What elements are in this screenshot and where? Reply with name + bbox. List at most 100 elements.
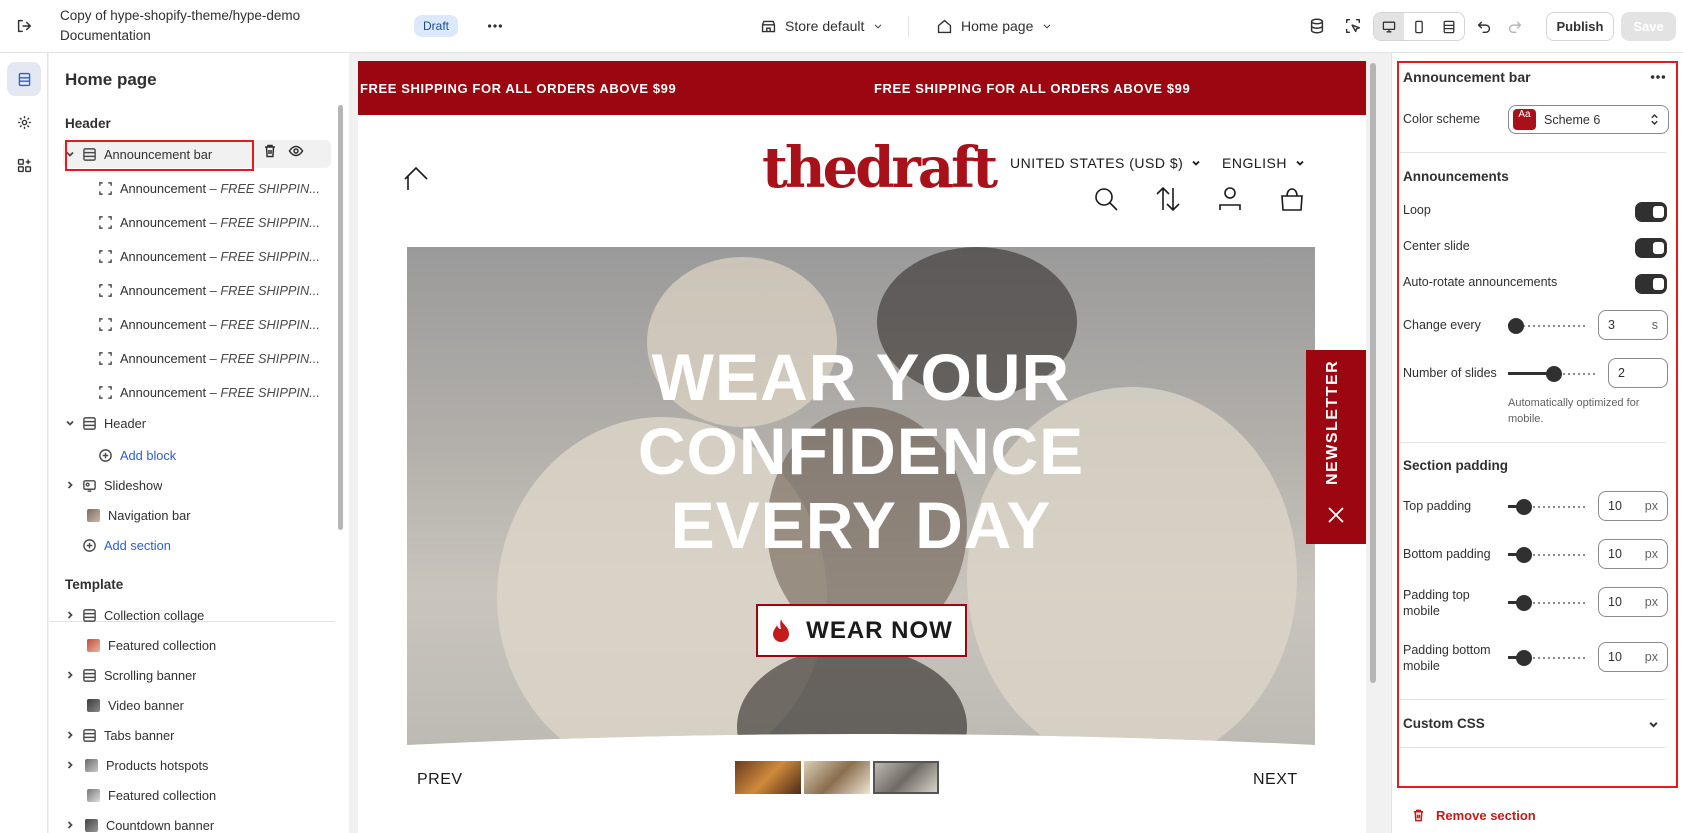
home-icon[interactable]	[402, 165, 430, 193]
language-selector[interactable]: ENGLISH	[1222, 155, 1305, 171]
section-item-countdown-banner[interactable]: Countdown banner	[63, 811, 331, 833]
block-item-announcement[interactable]: Announcement – FREE SHIPPIN...	[89, 242, 339, 270]
top-padding-input[interactable]: 10 px	[1598, 491, 1668, 521]
search-icon[interactable]	[1092, 185, 1120, 213]
chevron-down-icon[interactable]	[63, 418, 77, 428]
slide-thumbnail-active[interactable]	[873, 761, 939, 794]
sections-scrollbar[interactable]	[338, 105, 343, 530]
preview-scrollbar[interactable]	[1370, 63, 1376, 683]
currency-selector[interactable]: UNITED STATES (USD $)	[1010, 155, 1201, 171]
section-item-tabs-banner[interactable]: Tabs banner	[63, 721, 331, 749]
block-item-announcement[interactable]: Announcement – FREE SHIPPIN...	[89, 276, 339, 304]
exit-icon[interactable]	[12, 14, 36, 38]
section-item-navigation-bar[interactable]: Navigation bar	[63, 501, 331, 529]
slider-handle[interactable]	[1516, 547, 1532, 563]
next-button[interactable]: NEXT	[1253, 771, 1298, 789]
padding-top-mobile-input[interactable]: 10 px	[1598, 587, 1668, 617]
chevron-right-icon[interactable]	[63, 760, 77, 770]
section-item-header[interactable]: Header	[63, 409, 331, 437]
store-logo[interactable]: thedraft	[762, 135, 998, 201]
block-item-announcement[interactable]: Announcement – FREE SHIPPIN...	[89, 208, 339, 236]
more-icon[interactable]	[1647, 66, 1669, 88]
add-section-label: Add section	[104, 537, 171, 553]
color-scheme-select[interactable]: Aa Scheme 6	[1508, 105, 1669, 134]
section-item-label: Header	[104, 415, 146, 431]
section-item-video-banner[interactable]: Video banner	[63, 691, 331, 719]
remove-section-button[interactable]: Remove section	[1411, 808, 1536, 823]
database-icon[interactable]	[1305, 14, 1329, 38]
mobile-view-button[interactable]	[1404, 13, 1434, 40]
number-of-slides-input[interactable]: 2	[1608, 358, 1668, 388]
change-every-slider[interactable]	[1508, 318, 1588, 334]
wear-now-button[interactable]: WEAR NOW	[756, 604, 967, 657]
block-item-announcement[interactable]: Announcement – FREE SHIPPIN...	[89, 174, 339, 202]
add-section-button[interactable]: Add section	[63, 531, 331, 559]
loop-toggle[interactable]	[1635, 202, 1667, 222]
slide-thumbnail[interactable]	[735, 761, 801, 794]
chevron-right-icon[interactable]	[63, 820, 77, 830]
slide-thumbnail[interactable]	[804, 761, 870, 794]
padding-bottom-mobile-input[interactable]: 10 px	[1598, 642, 1668, 672]
block-item-announcement[interactable]: Announcement – FREE SHIPPIN...	[89, 378, 339, 406]
close-icon[interactable]	[1326, 505, 1346, 525]
block-label: Announcement	[120, 282, 207, 298]
custom-css-heading[interactable]: Custom CSS	[1403, 716, 1485, 731]
number-of-slides-slider[interactable]	[1508, 366, 1598, 382]
section-icon	[79, 605, 99, 625]
block-icon	[95, 280, 115, 300]
eye-icon[interactable]	[288, 143, 304, 162]
section-item-collection-collage[interactable]: Collection collage	[63, 601, 331, 629]
fullscreen-view-button[interactable]	[1434, 13, 1464, 40]
padding-top-mobile-slider[interactable]	[1508, 595, 1588, 611]
top-padding-slider[interactable]	[1508, 499, 1588, 515]
inspector-icon[interactable]	[1341, 14, 1365, 38]
publish-button[interactable]: Publish	[1546, 12, 1614, 41]
store-dropdown[interactable]: Store default	[760, 13, 884, 39]
bottom-padding-input[interactable]: 10 px	[1598, 539, 1668, 569]
change-every-input[interactable]: 3s	[1598, 310, 1668, 340]
chevron-right-icon[interactable]	[63, 480, 77, 490]
slider-handle[interactable]	[1516, 499, 1532, 515]
bottom-padding-slider[interactable]	[1508, 547, 1588, 563]
more-icon[interactable]	[483, 14, 507, 38]
section-item-slideshow[interactable]: Slideshow	[63, 471, 331, 499]
auto-rotate-toggle[interactable]	[1635, 274, 1667, 294]
cart-icon[interactable]	[1278, 185, 1306, 213]
save-button[interactable]: Save	[1621, 12, 1676, 41]
padding-bottom-mobile-slider[interactable]	[1508, 650, 1588, 666]
account-icon[interactable]	[1216, 185, 1244, 213]
center-slide-toggle[interactable]	[1635, 238, 1667, 258]
input-value: 10	[1608, 650, 1622, 664]
center-slide-label: Center slide	[1403, 239, 1470, 253]
page-dropdown[interactable]: Home page	[936, 13, 1053, 39]
slider-handle[interactable]	[1516, 595, 1532, 611]
label-line: Padding top	[1403, 588, 1470, 602]
section-item-products-hotspots[interactable]: Products hotspots	[63, 751, 331, 779]
block-item-announcement[interactable]: Announcement – FREE SHIPPIN...	[89, 344, 339, 372]
slider-handle[interactable]	[1508, 318, 1524, 334]
section-item-scrolling-banner[interactable]: Scrolling banner	[63, 661, 331, 689]
newsletter-tab[interactable]: NEWSLETTER	[1306, 350, 1366, 544]
block-item-announcement[interactable]: Announcement – FREE SHIPPIN...	[89, 310, 339, 338]
chevron-right-icon[interactable]	[63, 670, 77, 680]
undo-icon[interactable]	[1472, 14, 1496, 38]
prev-button[interactable]: PREV	[417, 771, 463, 789]
chevron-right-icon[interactable]	[63, 610, 77, 620]
trash-icon[interactable]	[262, 143, 278, 162]
apps-rail-button[interactable]	[7, 148, 41, 182]
announcement-bar[interactable]: FREE SHIPPING FOR ALL ORDERS ABOVE $99 F…	[358, 61, 1366, 115]
sections-rail-button[interactable]	[7, 62, 41, 96]
chevron-down-icon[interactable]	[1648, 719, 1659, 730]
sort-icon[interactable]	[1154, 185, 1182, 213]
add-block-button[interactable]: Add block	[89, 441, 349, 469]
block-icon	[95, 246, 115, 266]
section-item-featured-collection[interactable]: Featured collection	[63, 631, 331, 659]
desktop-view-button[interactable]	[1374, 13, 1404, 40]
chevron-right-icon[interactable]	[63, 730, 77, 740]
slider-handle[interactable]	[1516, 650, 1532, 666]
section-item-featured-collection[interactable]: Featured collection	[63, 781, 331, 809]
redo-icon[interactable]	[1503, 14, 1527, 38]
slider-handle[interactable]	[1546, 366, 1562, 382]
theme-settings-rail-button[interactable]	[7, 105, 41, 139]
input-unit: s	[1651, 318, 1658, 332]
